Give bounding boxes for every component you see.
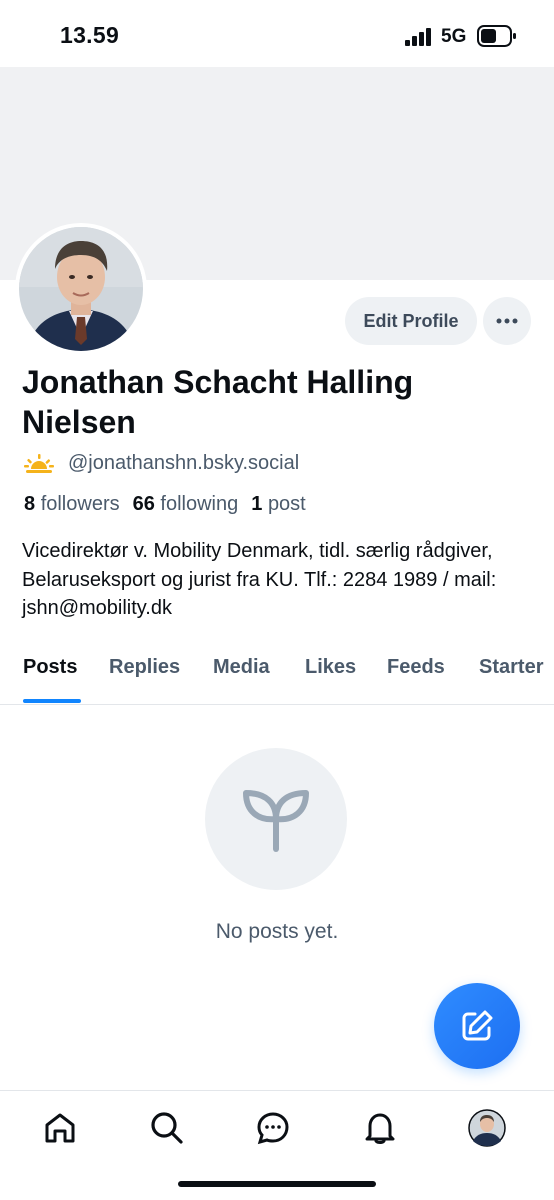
handle-row: @jonathanshn.bsky.social xyxy=(24,452,299,475)
tab-likes[interactable]: Likes xyxy=(305,656,356,679)
home-indicator xyxy=(178,1181,376,1187)
sunrise-icon xyxy=(24,453,54,473)
profile-tabs: Posts Replies Media Likes Feeds Starter xyxy=(0,656,554,704)
chat-icon xyxy=(257,1112,289,1145)
signal-icon xyxy=(405,28,431,46)
profile-bio: Vicedirektør v. Mobility Denmark, tidl. … xyxy=(22,540,497,619)
empty-state-text: No posts yet. xyxy=(215,920,339,943)
profile-avatar[interactable] xyxy=(15,223,147,355)
tab-posts[interactable]: Posts xyxy=(23,656,77,679)
posts-label: post xyxy=(267,493,306,515)
empty-state-icon-wrap xyxy=(205,748,347,890)
ellipsis-icon xyxy=(496,318,518,324)
more-options-button[interactable] xyxy=(483,297,531,345)
profile-stats: 8 followers 66 following 1 post xyxy=(24,493,306,516)
sprout-icon xyxy=(243,790,309,852)
profile-handle: @jonathanshn.bsky.social xyxy=(68,452,300,474)
battery-icon xyxy=(477,25,516,47)
home-icon xyxy=(45,1113,75,1143)
following-count: 66 xyxy=(132,493,155,515)
compose-button[interactable] xyxy=(434,983,520,1069)
nav-notifications[interactable] xyxy=(360,1108,400,1148)
tab-starter[interactable]: Starter xyxy=(479,656,543,679)
posts-count: 1 xyxy=(251,493,263,515)
active-tab-indicator xyxy=(23,699,81,703)
nav-search[interactable] xyxy=(147,1108,187,1148)
tabs-divider xyxy=(0,704,554,705)
compose-icon xyxy=(462,1010,493,1041)
avatar-icon xyxy=(468,1109,506,1147)
nav-home[interactable] xyxy=(40,1108,80,1148)
bottom-nav-divider xyxy=(0,1090,554,1091)
following-label: following xyxy=(160,493,239,515)
bell-icon xyxy=(365,1113,395,1144)
status-time: 13.59 xyxy=(60,22,120,48)
search-icon xyxy=(151,1112,183,1144)
profile-name: Jonathan Schacht Halling Nielsen xyxy=(22,364,414,440)
tab-media[interactable]: Media xyxy=(213,656,270,679)
tab-feeds[interactable]: Feeds xyxy=(387,656,445,679)
followers-link[interactable]: 8 followers xyxy=(24,493,120,516)
posts-stat: 1 post xyxy=(251,493,306,516)
following-link[interactable]: 66 following xyxy=(133,493,239,516)
nav-profile[interactable] xyxy=(467,1108,507,1148)
followers-label: followers xyxy=(40,493,120,515)
followers-count: 8 xyxy=(24,493,36,515)
network-label: 5G xyxy=(441,26,467,47)
tab-replies[interactable]: Replies xyxy=(109,656,180,679)
avatar-photo xyxy=(19,227,143,351)
edit-profile-button[interactable]: Edit Profile xyxy=(345,297,477,345)
nav-chat[interactable] xyxy=(253,1108,293,1148)
